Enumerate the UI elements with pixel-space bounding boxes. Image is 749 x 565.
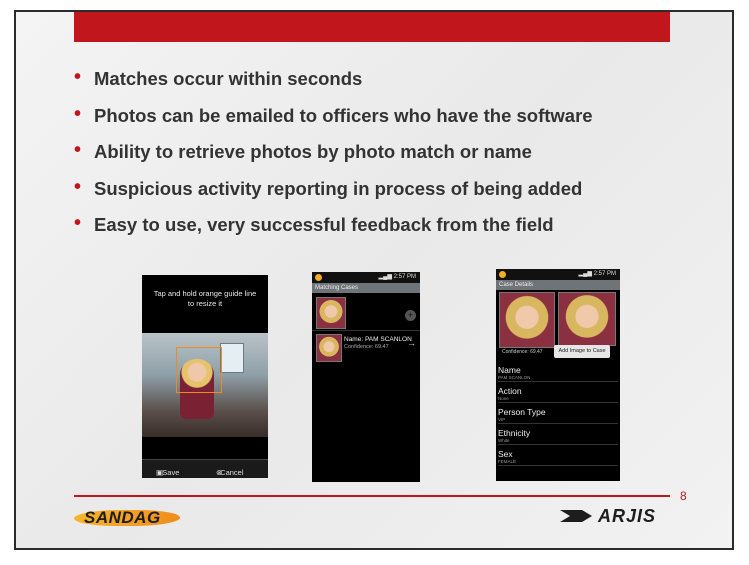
bullet-item: • Easy to use, very successful feedback f… [74,212,554,235]
case-photo-secondary [558,292,616,346]
case-photo-primary [499,292,555,348]
background-monitor [220,343,244,373]
bullet-dot: • [74,139,82,161]
bullet-dot: • [74,212,82,234]
match-photo[interactable] [316,334,342,362]
field-sex: Sex FEMALE [498,449,618,466]
field-ethnicity: Ethnicity White [498,428,618,445]
app-icon [315,274,322,281]
save-button[interactable]: ▣ Save [156,464,179,477]
signal-icon: ▂▄▆ [378,274,392,280]
arjis-logo: ARJIS [558,505,668,527]
signal-icon: ▂▄▆ [578,271,592,277]
phone-screenshot-case-details: ▂▄▆ 2:57 PM Case Details Confidence: 69.… [496,269,620,481]
resize-hint: Tap and hold orange guide line to resize… [153,289,257,308]
bullet-list: • Matches occur within seconds • Photos ca… [72,66,593,251]
sandag-logo: SANDAG [71,506,184,528]
status-bar: ▂▄▆ 2:57 PM [496,269,620,280]
screen-title: Case Details [496,280,620,290]
page-number: 8 [680,489,687,503]
bullet-item: • Photos can be emailed to officers who h… [74,102,593,126]
captured-photo [142,333,268,437]
bullet-dot: • [74,102,82,125]
add-image-to-case-button[interactable]: Add Image to Case [554,345,610,358]
phone-screenshot-matches: ▂▄▆ 2:57 PM Matching Cases + Name: PAM S… [312,272,420,482]
bullet-dot: • [74,175,82,198]
match-name[interactable]: Name: PAM SCANLON [344,336,412,343]
app-icon [499,271,506,278]
arjis-arrow-icon [560,510,592,522]
query-photo [316,297,346,329]
case-confidence: Confidence: 69.47 [502,349,543,355]
title-bar [74,12,670,42]
bullet-item: • Matches occur within seconds [74,66,363,89]
field-person-type: Person Type VIP [498,407,618,424]
screen-title: Matching Cases [312,283,420,293]
capture-action-bar: ▣ Save ⊗ Cancel [142,459,268,478]
orange-guide-box[interactable] [176,347,222,393]
arrow-right-icon[interactable]: → [407,338,416,348]
bullet-item: • Ability to retrieve photos by photo mat… [74,139,532,162]
slide: • Matches occur within seconds • Photos ca… [14,10,734,550]
match-confidence: Confidence: 69.47 [344,344,389,350]
divider [312,330,420,331]
cancel-button[interactable]: ⊗ Cancel [216,464,244,477]
add-icon[interactable]: + [405,310,416,321]
field-name: Name PAM SCANLON [498,365,618,382]
phone-screenshot-capture: Tap and hold orange guide line to resize… [142,275,268,478]
bullet-item: • Suspicious activity reporting in proces… [74,175,583,199]
bullet-dot: • [74,66,82,88]
footer-divider [74,495,670,497]
status-bar: ▂▄▆ 2:57 PM [312,272,420,283]
field-action: Action None [498,386,618,403]
